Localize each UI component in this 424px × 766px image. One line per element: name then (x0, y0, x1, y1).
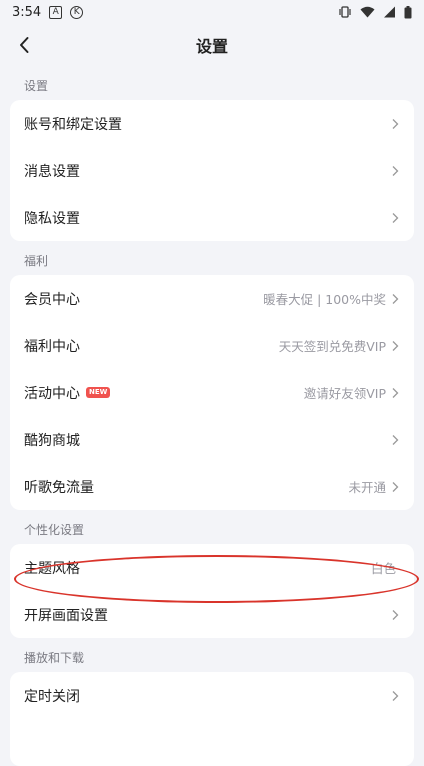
battery-icon (404, 5, 412, 18)
new-badge: NEW (86, 387, 111, 398)
section-label-playback: 播放和下载 (24, 651, 85, 665)
card-settings: 账号和绑定设置 消息设置 隐私设置 (10, 100, 414, 241)
row-label: 会员中心 (24, 291, 80, 308)
back-button[interactable] (8, 29, 40, 61)
row-label: 酷狗商城 (24, 432, 80, 449)
page-title: 设置 (195, 37, 228, 56)
nav-bar: 设置 (0, 24, 424, 66)
row-member-center[interactable]: 会员中心 暖春大促 | 100%中奖 (10, 275, 414, 322)
k-notification-icon: K (70, 5, 84, 19)
row-label: 主题风格 (24, 560, 80, 577)
signal-icon (384, 6, 395, 18)
section-label-welfare: 福利 (24, 254, 49, 268)
row-message-settings[interactable]: 消息设置 (10, 147, 414, 194)
a-notification-icon: A (49, 5, 63, 19)
section-label-settings: 设置 (24, 79, 49, 93)
status-bar: 3:54 A K (0, 0, 424, 24)
row-label: 账号和绑定设置 (24, 116, 122, 133)
row-value: 天天签到兑免费VIP (278, 339, 386, 354)
wifi-icon (360, 6, 375, 18)
row-label-wrap: 活动中心 NEW (24, 383, 304, 403)
chevron-right-icon (390, 386, 400, 400)
row-kugou-mall[interactable]: 酷狗商城 (10, 416, 414, 463)
row-label: 隐私设置 (24, 210, 80, 227)
row-free-data[interactable]: 听歌免流量 未开通 (10, 463, 414, 510)
row-sleep-timer[interactable]: 定时关闭 (10, 672, 414, 719)
chevron-right-icon (390, 211, 400, 225)
chevron-right-icon (390, 689, 400, 703)
chevron-right-icon (390, 608, 400, 622)
card-welfare: 会员中心 暖春大促 | 100%中奖 福利中心 天天签到兑免费VIP 活动中心 … (10, 275, 414, 510)
row-activity-center[interactable]: 活动中心 NEW 邀请好友领VIP (10, 369, 414, 416)
section-label-personalization: 个性化设置 (24, 523, 85, 537)
row-label: 开屏画面设置 (24, 607, 108, 624)
row-label: 消息设置 (24, 163, 80, 180)
vibrate-icon (339, 6, 351, 18)
row-value: 邀请好友领VIP (303, 386, 386, 401)
row-label: 听歌免流量 (24, 479, 94, 496)
row-partial-next[interactable] (10, 719, 414, 766)
chevron-right-icon (390, 480, 400, 494)
chevron-right-icon (390, 164, 400, 178)
chevron-right-icon (390, 339, 400, 353)
chevron-left-icon (20, 37, 29, 53)
row-value: 白色 (370, 561, 396, 576)
status-left: 3:54 A K (12, 4, 84, 20)
row-welfare-center[interactable]: 福利中心 天天签到兑免费VIP (10, 322, 414, 369)
status-right (338, 5, 412, 19)
row-label: 定时关闭 (24, 688, 80, 705)
row-privacy-settings[interactable]: 隐私设置 (10, 194, 414, 241)
row-value: 未开通 (348, 480, 386, 495)
chevron-right-icon (390, 433, 400, 447)
row-label: 活动中心 (24, 385, 80, 402)
card-playback: 定时关闭 (10, 672, 414, 766)
chevron-right-icon (390, 117, 400, 131)
chevron-right-icon (390, 292, 400, 306)
row-account-binding[interactable]: 账号和绑定设置 (10, 100, 414, 147)
row-label: 福利中心 (24, 338, 80, 355)
card-personalization: 主题风格 白色 开屏画面设置 (10, 544, 414, 638)
row-splash-settings[interactable]: 开屏画面设置 (10, 591, 414, 638)
row-theme-style[interactable]: 主题风格 白色 (10, 544, 414, 591)
status-time: 3:54 (12, 4, 42, 20)
row-value: 暖春大促 | 100%中奖 (263, 292, 386, 307)
